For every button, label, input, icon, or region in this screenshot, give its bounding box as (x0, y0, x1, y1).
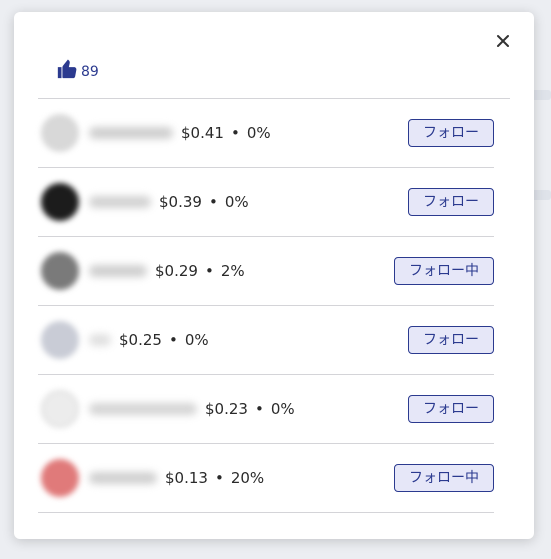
follow-button[interactable]: フォロー (408, 188, 494, 216)
user-stats: $0.25 • 0% (119, 331, 209, 349)
likes-modal: 89 $0.41•0% フォロー $0.39•0% フォロー $0.29 (14, 12, 534, 539)
liker-list: $0.41 • 0% フォロー $0.39 • 0% フォロー $0.29 • 2% フォロ… (38, 99, 494, 513)
user-info[interactable]: $0.39 • 0% (38, 183, 249, 221)
user-stats: $0.39 • 0% (159, 193, 249, 211)
percent: 0% (246, 124, 271, 142)
avatar[interactable] (41, 390, 79, 428)
list-item: $0.41 • 0% フォロー (38, 99, 494, 168)
user-info[interactable]: $0.13 • 20% (38, 459, 264, 497)
avatar[interactable] (41, 321, 79, 359)
thumbs-up-icon (57, 59, 77, 79)
like-count: 89 (81, 64, 99, 80)
background-hint (531, 90, 551, 100)
avatar[interactable] (41, 459, 79, 497)
user-info[interactable]: $0.25 • 0% (38, 321, 209, 359)
price: $0.39 (159, 193, 202, 211)
username-blurred[interactable] (89, 472, 157, 484)
follow-button[interactable]: フォロー (408, 326, 494, 354)
user-stats: $0.23 • 0% (205, 400, 295, 418)
percent: 0% (224, 193, 249, 211)
username-blurred[interactable] (89, 196, 151, 208)
user-stats: $0.13 • 20% (165, 469, 265, 487)
percent: 20% (230, 469, 265, 487)
follow-button[interactable]: フォロー (408, 119, 494, 147)
list-item: $0.25 • 0% フォロー (38, 306, 494, 375)
background-hint (531, 190, 551, 200)
user-info[interactable]: $0.23 • 0% (38, 390, 295, 428)
price: $0.41 (181, 124, 224, 142)
list-item: $0.29 • 2% フォロー中 (38, 237, 494, 306)
username-blurred[interactable] (89, 403, 197, 415)
following-button[interactable]: フォロー中 (394, 257, 494, 285)
percent: 0% (270, 400, 295, 418)
user-stats: $0.29 • 2% (155, 262, 245, 280)
percent: 2% (220, 262, 245, 280)
user-info[interactable]: $0.29 • 2% (38, 252, 245, 290)
user-info[interactable]: $0.41 • 0% (38, 114, 271, 152)
price: $0.23 (205, 400, 248, 418)
close-button[interactable] (494, 32, 512, 50)
avatar[interactable] (41, 114, 79, 152)
list-item: $0.13 • 20% フォロー中 (38, 444, 494, 513)
price: $0.25 (119, 331, 162, 349)
following-button[interactable]: フォロー中 (394, 464, 494, 492)
percent: 0% (184, 331, 209, 349)
price: $0.29 (155, 262, 198, 280)
username-blurred[interactable] (89, 265, 147, 277)
list-item: $0.23 • 0% フォロー (38, 375, 494, 444)
username-blurred[interactable] (89, 334, 111, 346)
follow-button[interactable]: フォロー (408, 395, 494, 423)
avatar[interactable] (41, 252, 79, 290)
close-icon (497, 35, 509, 47)
list-item: $0.39 • 0% フォロー (38, 168, 494, 237)
price: $0.13 (165, 469, 208, 487)
username-blurred[interactable] (89, 127, 173, 139)
like-summary: 89 (56, 58, 99, 80)
user-stats: $0.41 • 0% (181, 124, 271, 142)
avatar[interactable] (41, 183, 79, 221)
